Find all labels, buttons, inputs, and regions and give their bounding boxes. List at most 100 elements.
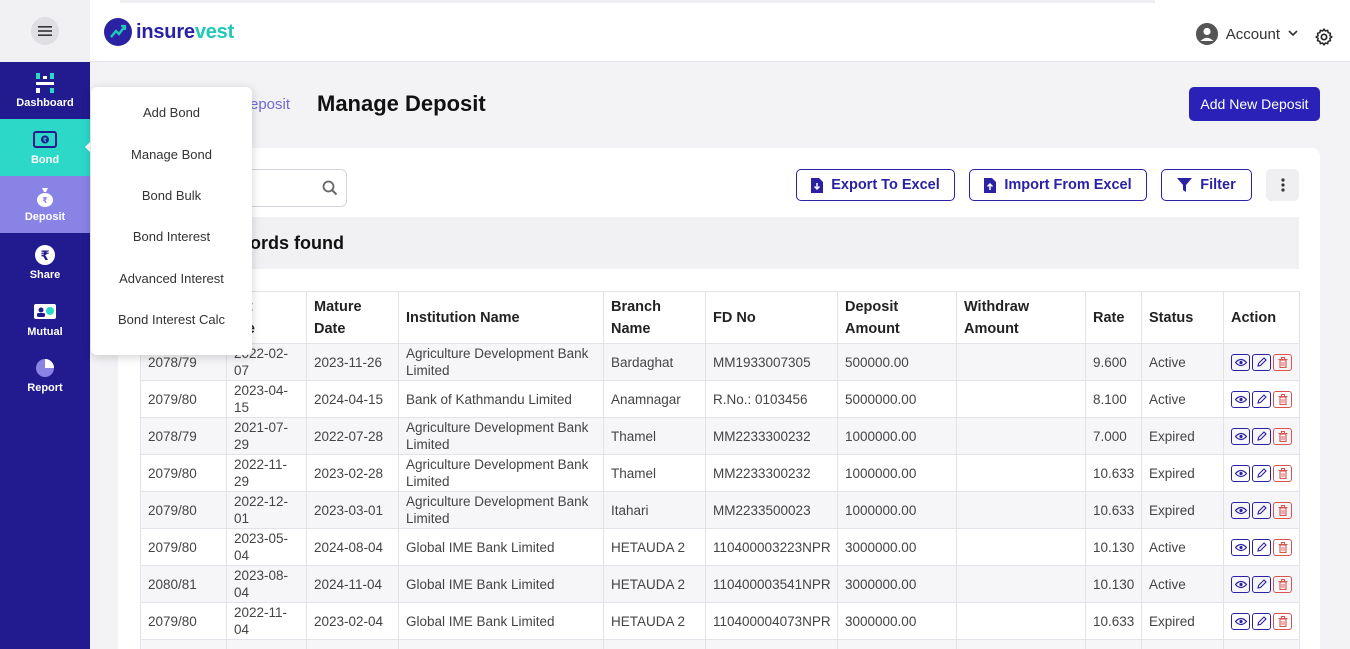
filter-label: Filter: [1200, 177, 1236, 193]
bond-icon: ₹: [33, 129, 57, 151]
search-icon[interactable]: [322, 180, 338, 196]
table-row[interactable]: 2080/81 2023-08- 04 2024-11-04 Global IME Ba…: [140, 565, 1300, 603]
edit-button[interactable]: [1252, 575, 1271, 593]
view-button[interactable]: [1231, 501, 1250, 519]
sidebar-item-deposit[interactable]: ₹ Deposit: [0, 176, 90, 233]
svg-text:₹: ₹: [43, 137, 47, 144]
delete-button[interactable]: [1273, 427, 1292, 445]
delete-button[interactable]: [1273, 612, 1292, 630]
table-row[interactable]: 2022-07-: [140, 639, 1300, 649]
delete-button[interactable]: [1273, 538, 1292, 556]
cell-text: 2023-05-: [234, 531, 289, 546]
cell-fiscal-year: 2079/80: [140, 380, 227, 418]
menu-item-bond-bulk[interactable]: Bond Bulk: [91, 188, 252, 203]
menu-item-add-bond[interactable]: Add Bond: [91, 105, 252, 120]
cell-text: Limited: [406, 363, 450, 378]
settings-gear-icon[interactable]: [1314, 27, 1334, 47]
cell-text: 29: [234, 437, 250, 452]
col-branch-name[interactable]: Branch Name: [603, 291, 706, 344]
header-text: Withdraw: [964, 298, 1030, 315]
delete-button[interactable]: [1273, 390, 1292, 408]
add-new-deposit-button[interactable]: Add New Deposit: [1189, 87, 1320, 121]
row-actions: [1231, 427, 1292, 445]
col-mature-date[interactable]: Mature Date: [306, 291, 399, 344]
delete-button[interactable]: [1273, 353, 1292, 371]
cell-action: [1223, 528, 1300, 566]
cell-branch-name: HETAUDA 2: [603, 602, 706, 640]
col-institution-name[interactable]: Institution Name: [398, 291, 604, 344]
edit-button[interactable]: [1252, 390, 1271, 408]
cell-action: [1223, 639, 1300, 649]
menu-item-advanced-interest[interactable]: Advanced Interest: [91, 271, 252, 286]
delete-button[interactable]: [1273, 575, 1292, 593]
delete-button[interactable]: [1273, 464, 1292, 482]
edit-button[interactable]: [1252, 538, 1271, 556]
table-row[interactable]: 2079/80 2023-04- 15 2024-04-15 Bank of Kathm…: [140, 380, 1300, 418]
sidebar-item-mutual[interactable]: Mutual: [0, 291, 90, 348]
cell-withdraw-amount: [956, 528, 1086, 566]
menu-item-manage-bond[interactable]: Manage Bond: [91, 147, 252, 162]
top-scroll-bar: [120, 0, 1155, 3]
menu-item-bond-interest-calc[interactable]: Bond Interest Calc: [91, 312, 252, 327]
cell-text: 2023-08-: [234, 568, 289, 583]
export-to-excel-button[interactable]: Export To Excel: [796, 169, 955, 201]
breadcrumb-deposit-link[interactable]: eposit: [250, 96, 290, 113]
table-row[interactable]: 2078/79 2021-07- 29 2022-07-28 Agriculture D…: [140, 417, 1300, 455]
logo-text-vest: vest: [194, 20, 235, 43]
table-row[interactable]: 2079/80 2022-12- 01 2023-03-01 Agriculture D…: [140, 491, 1300, 529]
cell-start-date: 2023-08- 04: [226, 565, 307, 603]
cell-text: 01: [234, 511, 250, 526]
cell-deposit-amount: 3000000.00: [837, 565, 957, 603]
cell-text: 2023-04-: [234, 383, 289, 398]
cell-action: [1223, 565, 1300, 603]
trash-icon: [1278, 578, 1288, 590]
table-row[interactable]: 2078/79 2022-02- 07 2023-11-26 Agriculture D…: [140, 343, 1300, 381]
edit-button[interactable]: [1252, 612, 1271, 630]
col-status[interactable]: Status: [1141, 291, 1224, 344]
mutual-fund-icon: [33, 301, 57, 323]
view-button[interactable]: [1231, 353, 1250, 371]
cell-fiscal-year: 2079/80: [140, 491, 227, 529]
table-row[interactable]: 2079/80 2022-11- 29 2023-02-28 Agriculture D…: [140, 454, 1300, 492]
filter-button[interactable]: Filter: [1161, 169, 1252, 201]
view-button[interactable]: [1231, 575, 1250, 593]
more-options-button[interactable]: [1266, 169, 1299, 201]
cell-text: 04: [234, 585, 250, 600]
col-deposit-amount[interactable]: Deposit Amount: [837, 291, 957, 344]
col-rate[interactable]: Rate: [1085, 291, 1142, 344]
hamburger-menu-button[interactable]: [31, 17, 59, 45]
cell-action: [1223, 454, 1300, 492]
row-actions: [1231, 464, 1292, 482]
row-actions: [1231, 501, 1292, 519]
table-row[interactable]: 2079/80 2023-05- 04 2024-08-04 Global IME Ba…: [140, 528, 1300, 566]
cell-fiscal-year: 2079/80: [140, 602, 227, 640]
table-row[interactable]: 2079/80 2022-11- 04 2023-02-04 Global IME Ba…: [140, 602, 1300, 640]
delete-button[interactable]: [1273, 501, 1292, 519]
view-button[interactable]: [1231, 464, 1250, 482]
col-withdraw-amount[interactable]: Withdraw Amount: [956, 291, 1086, 344]
view-button[interactable]: [1231, 427, 1250, 445]
cell-deposit-amount: 500000.00: [837, 343, 957, 381]
account-menu-button[interactable]: Account: [1195, 23, 1298, 45]
sidebar-item-report[interactable]: Report: [0, 347, 90, 404]
view-button[interactable]: [1231, 390, 1250, 408]
edit-button[interactable]: [1252, 353, 1271, 371]
view-button[interactable]: [1231, 612, 1250, 630]
import-from-excel-button[interactable]: Import From Excel: [969, 169, 1147, 201]
edit-button[interactable]: [1252, 464, 1271, 482]
sidebar-item-dashboard[interactable]: Dashboard: [0, 62, 90, 119]
view-button[interactable]: [1231, 538, 1250, 556]
file-download-icon: [811, 177, 824, 193]
sidebar-item-share[interactable]: ₹ Share: [0, 234, 90, 291]
edit-button[interactable]: [1252, 427, 1271, 445]
top-header: insurevest Account: [90, 7, 1350, 62]
cell-branch-name: Anamnagar: [603, 380, 706, 418]
cell-rate: 8.100: [1085, 380, 1142, 418]
menu-item-bond-interest[interactable]: Bond Interest: [91, 229, 252, 244]
edit-button[interactable]: [1252, 501, 1271, 519]
logo-text-insure: insure: [136, 20, 195, 43]
app-logo[interactable]: insurevest: [104, 18, 234, 46]
sidebar: Dashboard ₹ Bond ₹ Deposit ₹ Share Mutua…: [0, 0, 91, 649]
sidebar-item-bond[interactable]: ₹ Bond: [0, 119, 91, 176]
col-fd-no[interactable]: FD No: [705, 291, 838, 344]
